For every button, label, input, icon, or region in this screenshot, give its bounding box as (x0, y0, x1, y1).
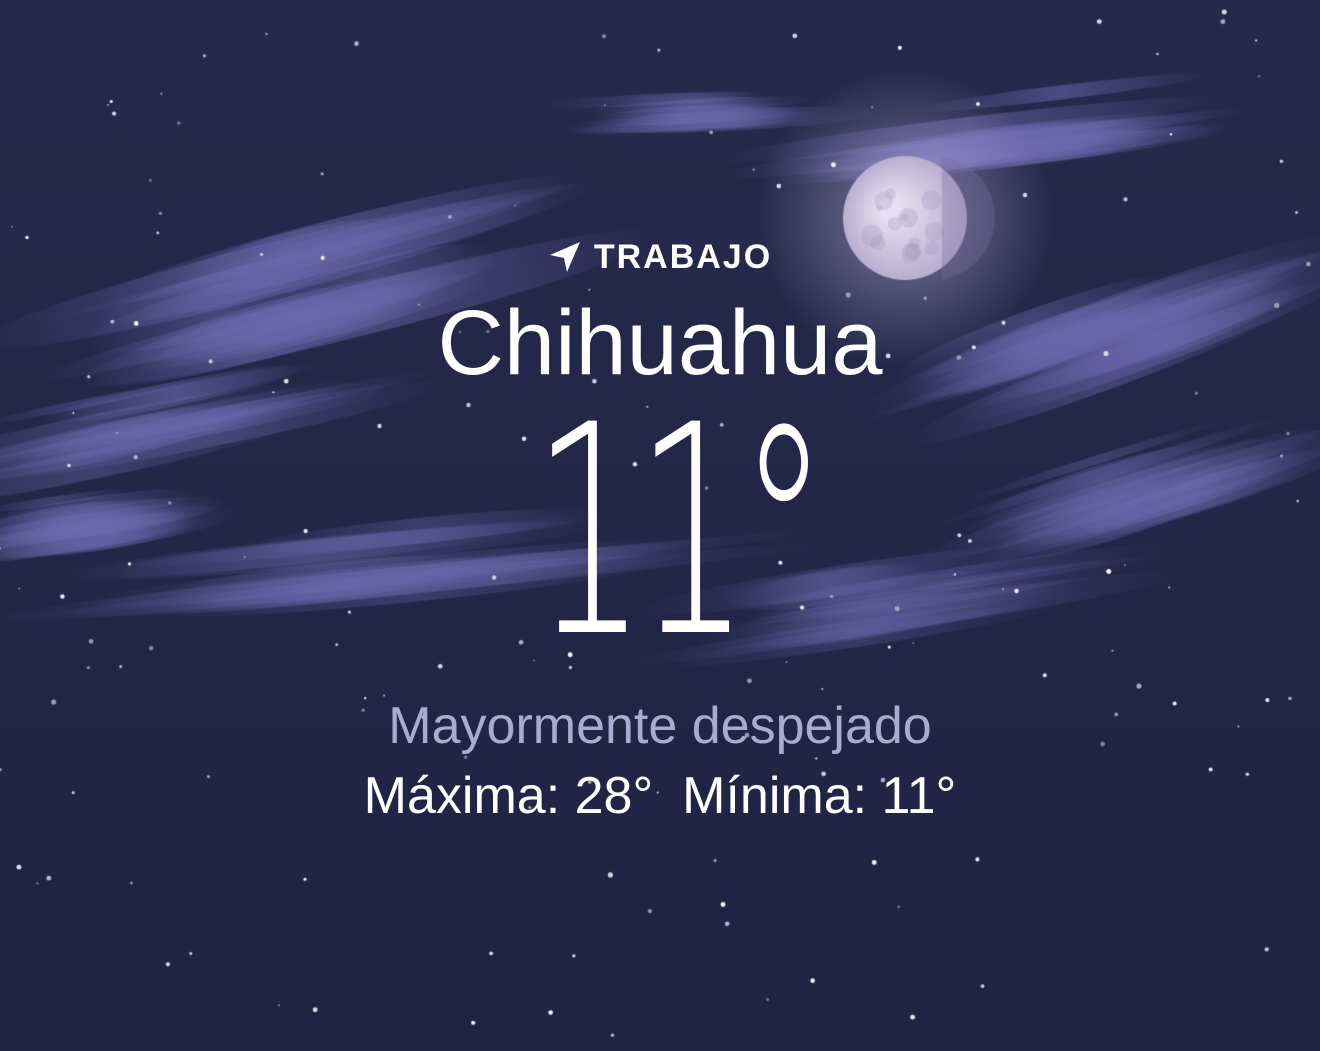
location-row[interactable]: TRABAJO (0, 232, 1320, 282)
location-label: TRABAJO (593, 238, 773, 276)
low-label: Mínima: (682, 767, 868, 825)
high-value: 28° (574, 767, 654, 825)
current-temperature: 11° (0, 364, 1320, 701)
high-label: Máxima: (363, 767, 561, 825)
weather-header: TRABAJO Chihuahua 11° Mayormente despeja… (0, 0, 1320, 1051)
weather-condition: Mayormente despejado (388, 697, 932, 755)
current-temperature-value: 11° (532, 364, 828, 701)
low-value: 11° (881, 767, 957, 825)
high-low-temperatures: Máxima: 28° Mínima: 11° (0, 764, 1320, 828)
location-arrow-icon (549, 242, 580, 272)
